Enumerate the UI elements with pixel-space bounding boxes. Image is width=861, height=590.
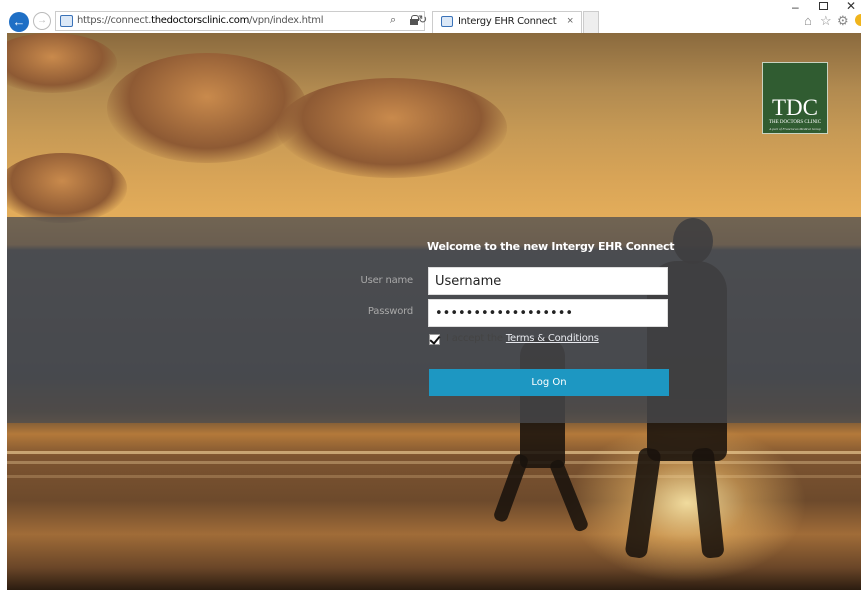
url-domain: thedoctorsclinic.com xyxy=(151,15,250,26)
tab-favicon-icon xyxy=(441,16,453,27)
login-page: TDC THE DOCTORS CLINIC A part of Francis… xyxy=(7,33,861,590)
back-button[interactable]: ← xyxy=(9,12,29,32)
log-on-button[interactable]: Log On xyxy=(429,369,669,396)
site-favicon-icon xyxy=(60,15,73,27)
url-path: /vpn/index.html xyxy=(249,15,324,26)
wave-highlight xyxy=(7,451,861,454)
background-cloud xyxy=(7,33,117,93)
tdc-logo: TDC THE DOCTORS CLINIC A part of Francis… xyxy=(762,62,828,134)
window-close-icon[interactable]: ✕ xyxy=(846,0,856,13)
background-cloud xyxy=(277,78,507,178)
wave-highlight xyxy=(7,475,861,478)
background-cloud xyxy=(107,53,307,163)
tab-intergy[interactable]: Intergy EHR Connect × xyxy=(432,11,582,33)
password-field[interactable] xyxy=(428,299,668,327)
maximize-icon[interactable] xyxy=(819,2,828,10)
background-cloud xyxy=(7,153,127,223)
username-field[interactable] xyxy=(428,267,668,295)
logo-main-text: TDC xyxy=(772,95,818,120)
logo-tagline: A part of Franciscan Medical Group xyxy=(769,127,821,131)
settings-gear-icon[interactable]: ⚙ xyxy=(837,13,849,29)
feedback-smiley-icon[interactable] xyxy=(855,14,861,26)
tab-title: Intergy EHR Connect xyxy=(458,16,557,27)
logo-subtitle: THE DOCTORS CLINIC xyxy=(768,120,822,125)
new-tab-button[interactable] xyxy=(583,11,599,33)
address-url[interactable]: https://connect.thedoctorsclinic.com/vpn… xyxy=(77,15,324,26)
terms-text: I accept the Terms & Conditions xyxy=(446,333,599,344)
password-label: Password xyxy=(367,306,413,317)
home-icon[interactable]: ⌂ xyxy=(804,13,812,28)
wave-highlight xyxy=(7,461,861,464)
refresh-icon[interactable]: ↻ xyxy=(418,13,427,26)
minimize-icon[interactable]: – xyxy=(792,0,799,14)
address-bar[interactable]: https://connect.thedoctorsclinic.com/vpn… xyxy=(55,11,427,31)
tab-close-icon[interactable]: × xyxy=(567,15,573,27)
search-icon[interactable]: ⌕ xyxy=(390,14,396,27)
terms-checkbox[interactable] xyxy=(429,334,440,345)
terms-prefix: I accept the xyxy=(446,333,506,344)
welcome-heading: Welcome to the new Intergy EHR Connect xyxy=(427,240,675,253)
browser-chrome: ← → https://connect.thedoctorsclinic.com… xyxy=(0,0,861,33)
forward-button[interactable]: → xyxy=(33,12,51,30)
terms-link[interactable]: Terms & Conditions xyxy=(506,333,599,344)
lock-icon[interactable] xyxy=(410,15,419,25)
favorites-star-icon[interactable]: ☆ xyxy=(820,13,832,29)
url-prefix: https://connect. xyxy=(77,15,152,26)
username-label: User name xyxy=(360,275,413,286)
